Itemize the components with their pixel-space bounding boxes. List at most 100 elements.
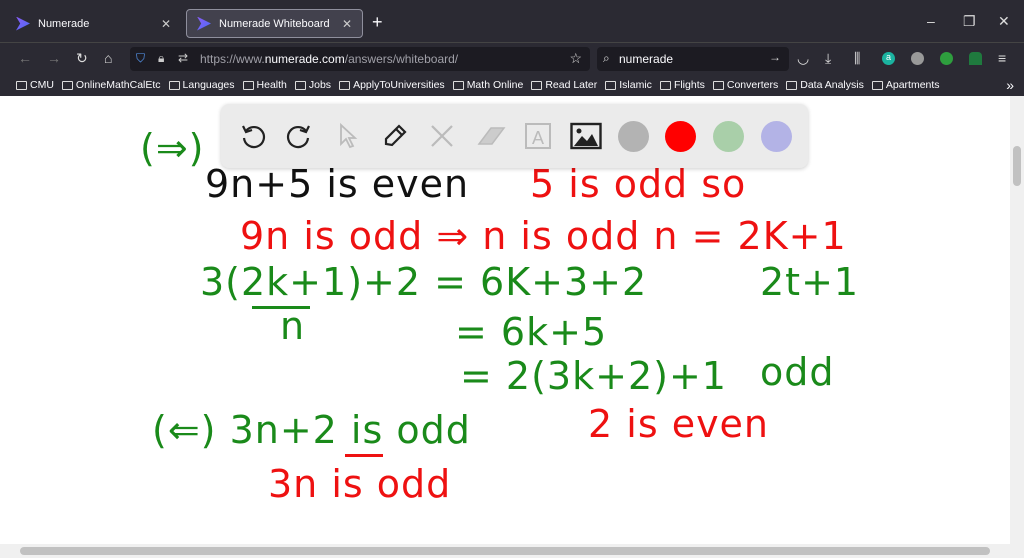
redo-icon[interactable] (283, 120, 315, 152)
handwriting-red: 5 is odd so (530, 162, 747, 206)
folder-icon (168, 80, 180, 90)
whiteboard-toolbar: A (221, 104, 808, 168)
bookmark-label: CMU (30, 79, 54, 91)
menu-icon[interactable]: ≡ (998, 50, 1006, 66)
close-window-button[interactable]: ✕ (998, 13, 1010, 30)
bookmark-read-later[interactable]: Read Later (531, 79, 597, 91)
folder-icon (16, 80, 27, 90)
extension-abp-icon[interactable] (911, 52, 924, 65)
search-input[interactable]: numerade (619, 52, 673, 66)
bookmark-label: ApplyToUniversities (353, 79, 445, 91)
extension-a-icon[interactable]: a (882, 52, 895, 65)
scrollbar-thumb[interactable] (1013, 146, 1021, 186)
navigation-bar: ← → ↻ ⌂ ⛉ 🔒︎ ⇄ https://www.numerade.com/… (0, 42, 1024, 74)
bookmark-converters[interactable]: Converters (712, 79, 778, 91)
bookmark-apartments[interactable]: Apartments (871, 79, 940, 91)
bookmark-label: OnlineMathCalEtc (75, 79, 161, 91)
bookmark-label: Flights (673, 79, 705, 91)
lock-icon[interactable]: 🔒︎ (158, 51, 164, 66)
handwriting-green: = 6k+5 (455, 310, 608, 354)
tools-icon[interactable] (426, 120, 458, 152)
downloads-icon[interactable]: ⤓ (825, 50, 831, 67)
handwriting-green: n (280, 304, 306, 348)
bookmark-applytouniversities[interactable]: ApplyToUniversities (339, 79, 445, 91)
reload-button[interactable]: ↻ (76, 50, 88, 67)
forward-button[interactable]: → (47, 50, 61, 66)
bookmark-languages[interactable]: Languages (168, 79, 235, 91)
bookmark-label: Math Online (466, 79, 524, 91)
handwriting-red: 9n is odd ⇒ n is odd n = 2K+1 (240, 214, 847, 258)
handwriting-green: odd (760, 350, 835, 394)
bookmark-star-icon[interactable]: ☆ (569, 50, 582, 67)
bookmark-jobs[interactable]: Jobs (294, 79, 332, 91)
handwriting-green: (⇐) 3n+2 is odd (152, 408, 471, 452)
scrollbar-thumb[interactable] (20, 547, 990, 555)
folder-icon (659, 80, 671, 90)
folder-icon (712, 80, 724, 90)
extension-bplus-icon[interactable] (940, 52, 953, 65)
pen-icon[interactable] (379, 120, 411, 152)
search-go-icon[interactable]: → (769, 50, 781, 64)
folder-icon (294, 80, 306, 90)
bookmarks-bar: CMU OnlineMathCalEtc Languages Health Jo… (0, 74, 1024, 96)
color-green-swatch[interactable] (713, 121, 744, 152)
folder-icon (242, 80, 254, 90)
search-box[interactable]: ⌕ numerade → (597, 47, 789, 71)
home-button[interactable]: ⌂ (104, 50, 112, 66)
tab-label: Numerade Whiteboard (219, 17, 330, 30)
handwriting-green: 2t+1 (760, 260, 860, 304)
new-tab-button[interactable]: + (372, 12, 383, 33)
text-icon[interactable]: A (522, 120, 554, 152)
bookmark-onlinemathcaletc[interactable]: OnlineMathCalEtc (61, 79, 161, 91)
bookmark-cmu[interactable]: CMU (16, 79, 54, 91)
bookmark-islamic[interactable]: Islamic (605, 79, 652, 91)
handwriting-green: = 2(3k+2)+1 (460, 354, 727, 398)
bookmark-health[interactable]: Health (242, 79, 287, 91)
folder-icon (871, 80, 883, 90)
library-icon[interactable]: ⫼ (854, 50, 860, 67)
undo-icon[interactable] (237, 120, 269, 152)
image-icon[interactable] (570, 120, 602, 152)
extension-green-icon[interactable] (969, 52, 982, 65)
pocket-icon[interactable]: ◡ (797, 50, 809, 67)
vertical-scrollbar[interactable] (1010, 96, 1024, 544)
numerade-favicon-icon (16, 16, 30, 31)
bookmark-label: Read Later (545, 79, 598, 91)
tab-label: Numerade (38, 17, 90, 30)
more-bookmarks-icon[interactable]: » (1006, 77, 1014, 93)
bookmark-math-online[interactable]: Math Online (452, 79, 524, 91)
color-gray-swatch[interactable] (618, 121, 649, 152)
folder-icon (339, 80, 351, 90)
url-bar[interactable]: ⛉ 🔒︎ ⇄ https://www.numerade.com/answers/… (130, 47, 590, 71)
close-tab-icon[interactable]: ✕ (342, 17, 352, 31)
search-icon: ⌕ (603, 51, 610, 65)
folder-icon (531, 80, 543, 90)
handwriting-black: 9n+5 is even (205, 162, 470, 206)
bookmark-label: Jobs (308, 79, 332, 91)
tab-numerade[interactable]: Numerade ✕ (6, 9, 181, 38)
underline (345, 454, 383, 457)
eraser-icon[interactable] (475, 120, 507, 152)
bookmark-flights[interactable]: Flights (659, 79, 705, 91)
folder-icon (61, 80, 73, 90)
tab-bar: Numerade ✕ Numerade Whiteboard ✕ + – ❐ ✕ (0, 0, 1024, 42)
numerade-favicon-icon (197, 16, 211, 31)
permissions-icon[interactable]: ⇄ (178, 51, 188, 65)
handwriting-red: 2 is even (588, 402, 770, 446)
back-button[interactable]: ← (18, 50, 32, 66)
horizontal-scrollbar[interactable] (0, 544, 1024, 558)
bookmark-label: Islamic (619, 79, 652, 91)
restore-button[interactable]: ❐ (963, 13, 976, 30)
tab-numerade-whiteboard[interactable]: Numerade Whiteboard ✕ (186, 9, 363, 38)
url-text[interactable]: https://www.numerade.com/answers/whitebo… (200, 52, 458, 66)
shield-icon[interactable]: ⛉ (136, 51, 145, 66)
svg-text:A: A (532, 128, 544, 148)
bookmark-label: Health (256, 79, 287, 91)
color-blue-swatch[interactable] (761, 121, 792, 152)
color-red-swatch[interactable] (665, 121, 696, 152)
minimize-button[interactable]: – (927, 13, 935, 29)
folder-icon (605, 80, 617, 90)
select-icon[interactable] (331, 120, 363, 152)
bookmark-data-analysis[interactable]: Data Analysis (786, 79, 864, 91)
close-tab-icon[interactable]: ✕ (161, 17, 171, 31)
